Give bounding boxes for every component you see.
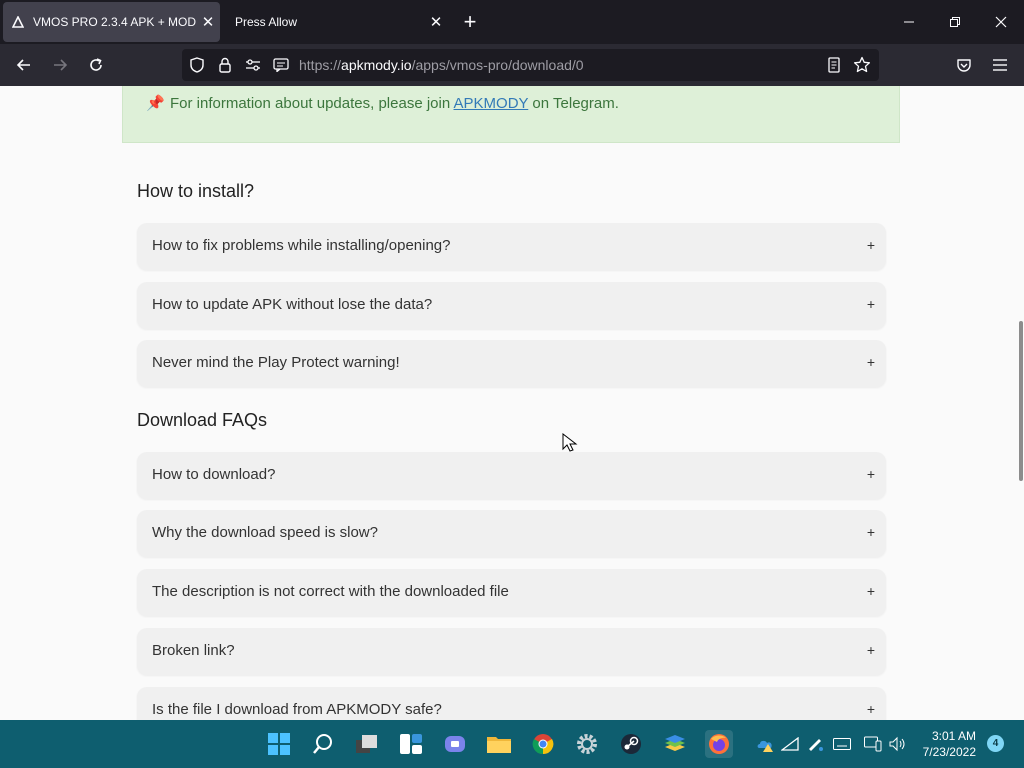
new-tab-icon[interactable]: + xyxy=(458,8,482,36)
accordion-item[interactable]: Broken link? + xyxy=(137,628,886,675)
tab-close-icon[interactable]: ✕ xyxy=(424,13,448,31)
file-explorer-icon[interactable] xyxy=(485,730,513,758)
accordion-question: The description is not correct with the … xyxy=(152,583,509,600)
volume-icon[interactable] xyxy=(888,734,908,754)
accordion-question: How to download? xyxy=(152,466,276,483)
accordion-question: Why the download speed is slow? xyxy=(152,524,378,541)
close-window-icon[interactable] xyxy=(978,0,1024,44)
reload-icon[interactable] xyxy=(82,51,110,79)
accordion-item[interactable]: How to update APK without lose the data?… xyxy=(137,282,886,329)
permissions-icon[interactable] xyxy=(244,56,262,74)
page-content: 📌 For information about updates, please … xyxy=(0,86,1024,720)
back-icon[interactable] xyxy=(10,51,38,79)
display-icon[interactable] xyxy=(863,734,883,754)
expand-plus-icon[interactable]: + xyxy=(867,466,875,482)
accordion-item[interactable]: The description is not correct with the … xyxy=(137,569,886,616)
apkmody-favicon-icon xyxy=(11,15,25,29)
nav-toolbar: https://apkmody.io/apps/vmos-pro/downloa… xyxy=(0,44,1024,86)
pen-tablet-icon[interactable] xyxy=(805,734,825,754)
accordion-item[interactable]: How to fix problems while installing/ope… xyxy=(137,223,886,270)
firefox-icon[interactable] xyxy=(705,730,733,758)
accordion-question: How to fix problems while installing/ope… xyxy=(152,237,451,254)
accordion-question: Is the file I download from APKMODY safe… xyxy=(152,701,442,718)
expand-plus-icon[interactable]: + xyxy=(867,524,875,540)
restore-icon[interactable] xyxy=(932,0,978,44)
task-view-icon[interactable] xyxy=(353,730,381,758)
expand-plus-icon[interactable]: + xyxy=(867,583,875,599)
lock-icon[interactable] xyxy=(216,56,234,74)
network-icon[interactable] xyxy=(780,734,800,754)
onedrive-warning-icon[interactable] xyxy=(756,734,776,754)
url-bar[interactable]: https://apkmody.io/apps/vmos-pro/downloa… xyxy=(182,49,879,81)
start-windows-icon[interactable] xyxy=(265,730,293,758)
notice-text: For information about updates, please jo… xyxy=(170,95,619,112)
page-info-icon[interactable] xyxy=(272,56,290,74)
bookmark-star-icon[interactable] xyxy=(853,56,871,74)
settings-gear-icon[interactable] xyxy=(573,730,601,758)
scrollbar-thumb[interactable] xyxy=(1019,321,1023,481)
teams-chat-icon[interactable] xyxy=(441,730,469,758)
tab-press-allow[interactable]: Press Allow ✕ xyxy=(226,0,448,44)
expand-plus-icon[interactable]: + xyxy=(867,642,875,658)
accordion-question: Broken link? xyxy=(152,642,235,659)
shield-icon[interactable] xyxy=(188,56,206,74)
accordion-item[interactable]: How to download? + xyxy=(137,452,886,499)
install-heading: How to install? xyxy=(137,181,255,201)
keyboard-icon[interactable] xyxy=(832,734,852,754)
url-text[interactable]: https://apkmody.io/apps/vmos-pro/downloa… xyxy=(299,57,584,73)
accordion-item[interactable]: Why the download speed is slow? + xyxy=(137,510,886,557)
download-faqs-heading: Download FAQs xyxy=(137,410,268,430)
bluestacks-icon[interactable] xyxy=(661,730,689,758)
tab-title: Press Allow xyxy=(235,15,298,29)
tab-close-icon[interactable]: ✕ xyxy=(196,13,220,31)
system-clock[interactable]: 3:01 AM 7/23/2022 xyxy=(912,728,976,760)
mouse-pointer-icon xyxy=(562,432,580,458)
steam-icon[interactable] xyxy=(617,730,645,758)
pushpin-icon: 📌 xyxy=(146,95,165,112)
expand-plus-icon[interactable]: + xyxy=(867,701,875,717)
forward-icon[interactable] xyxy=(46,51,74,79)
tab-vmos-pro[interactable]: VMOS PRO 2.3.4 APK + MOD (U ✕ xyxy=(3,2,220,42)
tab-title: VMOS PRO 2.3.4 APK + MOD (U xyxy=(33,15,196,29)
pocket-icon[interactable] xyxy=(950,51,978,79)
expand-plus-icon[interactable]: + xyxy=(867,237,875,253)
menu-hamburger-icon[interactable] xyxy=(986,51,1014,79)
telegram-notice: 📌 For information about updates, please … xyxy=(122,86,900,143)
accordion-question: Never mind the Play Protect warning! xyxy=(152,354,400,371)
reader-view-icon[interactable] xyxy=(825,56,843,74)
notice-text-after: on Telegram. xyxy=(528,95,619,112)
chrome-icon[interactable] xyxy=(529,730,557,758)
notice-text-before: For information about updates, please jo… xyxy=(170,95,454,112)
url-host: apkmody.io xyxy=(341,57,412,73)
notification-badge[interactable]: 4 xyxy=(987,735,1004,752)
minimize-icon[interactable] xyxy=(886,0,932,44)
windows-taskbar: 3:01 AM 7/23/2022 4 xyxy=(0,720,1024,768)
accordion-item[interactable]: Never mind the Play Protect warning! + xyxy=(137,340,886,387)
page-scrollbar[interactable] xyxy=(1018,86,1024,720)
accordion-question: How to update APK without lose the data? xyxy=(152,296,433,313)
apkmody-telegram-link[interactable]: APKMODY xyxy=(454,95,529,112)
expand-plus-icon[interactable]: + xyxy=(867,296,875,312)
clock-time: 3:01 AM xyxy=(931,729,976,743)
url-prefix: https:// xyxy=(299,57,342,73)
url-path: /apps/vmos-pro/download/0 xyxy=(411,57,584,73)
tab-bar: VMOS PRO 2.3.4 APK + MOD (U ✕ Press Allo… xyxy=(0,0,1024,44)
clock-date: 7/23/2022 xyxy=(922,745,976,759)
accordion-item[interactable]: Is the file I download from APKMODY safe… xyxy=(137,687,886,720)
search-icon[interactable] xyxy=(309,730,337,758)
expand-plus-icon[interactable]: + xyxy=(867,354,875,370)
widgets-icon[interactable] xyxy=(397,730,425,758)
